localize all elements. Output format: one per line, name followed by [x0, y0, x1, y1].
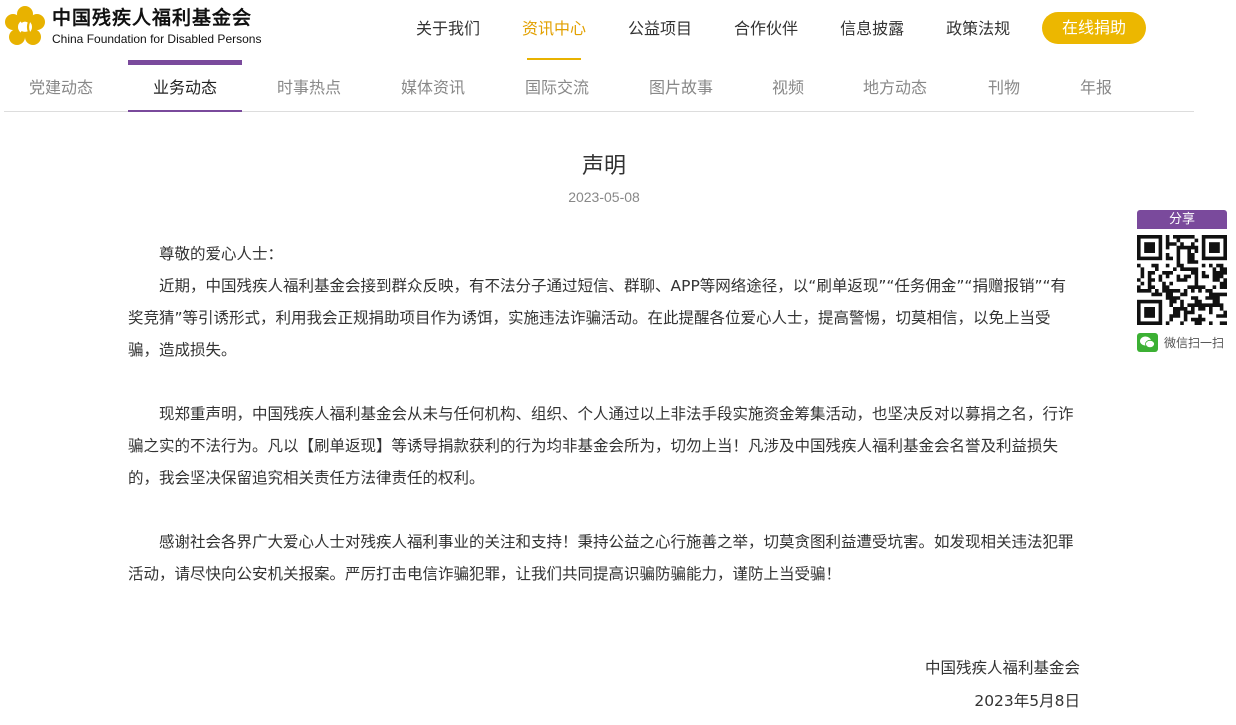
subnav-item-media[interactable]: 媒体资讯 — [376, 60, 490, 111]
site-logo[interactable]: 中国残疾人福利基金会 China Foundation for Disabled… — [4, 6, 261, 48]
wechat-icon — [1137, 333, 1158, 352]
signature-date: 2023年5月8日 — [974, 692, 1080, 710]
main-nav: 关于我们 资讯中心 公益项目 合作伙伴 信息披露 政策法规 — [395, 0, 1031, 60]
subnav-item-international[interactable]: 国际交流 — [500, 60, 614, 111]
foundation-logo-icon — [5, 6, 45, 45]
share-button[interactable]: 分享 — [1137, 210, 1227, 229]
subnav-item-video[interactable]: 视频 — [748, 60, 828, 111]
nav-item-news[interactable]: 资讯中心 — [501, 0, 607, 60]
wechat-scan-label: 微信扫一扫 — [1164, 336, 1225, 350]
article-paragraph: 现郑重声明，中国残疾人福利基金会从未与任何机构、组织、个人通过以上非法手段实施资… — [128, 405, 1074, 487]
sub-nav: 党建动态 业务动态 时事热点 媒体资讯 国际交流 图片故事 视频 地方动态 刊物… — [4, 60, 1194, 112]
subnav-item-local[interactable]: 地方动态 — [838, 60, 952, 111]
signature-organization: 中国残疾人福利基金会 — [924, 659, 1080, 677]
nav-item-partners[interactable]: 合作伙伴 — [713, 0, 819, 60]
logo-name-cn: 中国残疾人福利基金会 — [52, 7, 253, 29]
article-paragraph: 近期，中国残疾人福利基金会接到群众反映，有不法分子通过短信、群聊、APP等网络途… — [128, 277, 1067, 359]
subnav-item-hot-topics[interactable]: 时事热点 — [252, 60, 366, 111]
article-body: 尊敬的爱心人士： 近期，中国残疾人福利基金会接到群众反映，有不法分子通过短信、群… — [128, 238, 1078, 590]
article-date: 2023-05-08 — [568, 189, 640, 205]
nav-item-about[interactable]: 关于我们 — [395, 0, 501, 60]
subnav-item-party[interactable]: 党建动态 — [4, 60, 118, 111]
nav-item-policy[interactable]: 政策法规 — [925, 0, 1031, 60]
subnav-item-annual-report[interactable]: 年报 — [1056, 60, 1136, 111]
share-widget: 分享 微信扫一扫 — [1137, 210, 1227, 352]
qr-code-icon — [1137, 235, 1227, 325]
online-donate-button[interactable]: 在线捐助 — [1042, 12, 1146, 44]
article-paragraph: 感谢社会各界广大爱心人士对残疾人福利事业的关注和支持！秉持公益之心行施善之举，切… — [128, 533, 1074, 583]
subnav-item-publications[interactable]: 刊物 — [964, 60, 1044, 111]
article-greeting: 尊敬的爱心人士： — [159, 245, 284, 263]
nav-item-projects[interactable]: 公益项目 — [607, 0, 713, 60]
article-title: 声明 — [581, 154, 626, 179]
site-header: 中国残疾人福利基金会 China Foundation for Disabled… — [0, 0, 1236, 60]
subnav-item-photo-stories[interactable]: 图片故事 — [624, 60, 738, 111]
nav-item-disclosure[interactable]: 信息披露 — [819, 0, 925, 60]
subnav-item-business[interactable]: 业务动态 — [128, 60, 242, 112]
logo-name-en: China Foundation for Disabled Persons — [52, 32, 262, 46]
